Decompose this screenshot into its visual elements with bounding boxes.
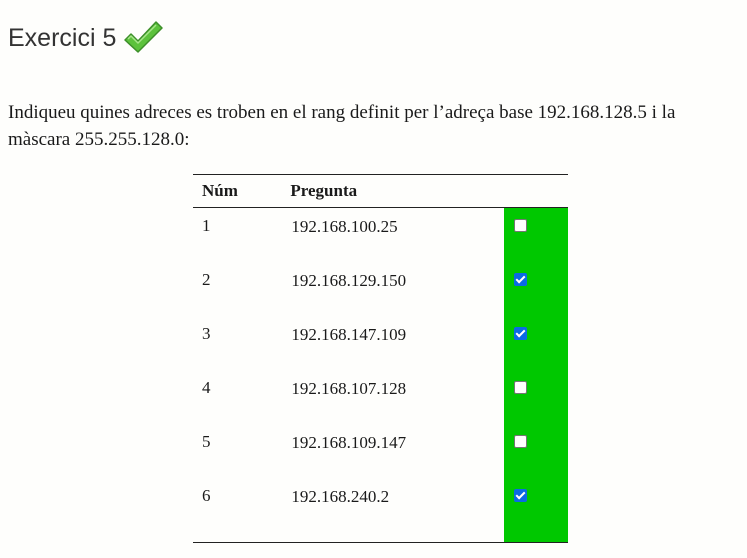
answer-checkbox[interactable]: [513, 380, 527, 394]
question-text: Indiqueu quines adreces es troben en el …: [8, 102, 676, 150]
row-answer-cell: [503, 477, 568, 543]
row-number: 6: [193, 477, 291, 543]
answer-checkbox[interactable]: [513, 434, 527, 448]
row-number: 5: [202, 431, 211, 451]
row-number: 3: [202, 323, 211, 343]
row-answer-cell: [503, 315, 568, 370]
header-answer: [503, 174, 568, 208]
row-answer-cell: [503, 423, 568, 478]
table-row: 3 192.168.147.109: [193, 315, 568, 370]
row-ip-address: 192.168.109.147: [291, 432, 407, 452]
answer-checkbox[interactable]: [513, 272, 527, 286]
answer-checkbox[interactable]: [513, 326, 527, 340]
header-question: Pregunta: [290, 174, 504, 208]
table-header-row: Núm Pregunta: [193, 174, 568, 208]
green-check-icon: [122, 19, 164, 57]
row-ip-address: 192.168.147.109: [291, 324, 407, 344]
table-row: 2 192.168.129.150: [193, 261, 568, 316]
row-number: 4: [202, 377, 211, 397]
answers-table: Núm Pregunta 1 192.168.100.25 2 192.168.129…: [193, 174, 568, 543]
header-num: Núm: [193, 174, 291, 208]
answer-checkbox[interactable]: [513, 488, 527, 502]
row-ip-address: 192.168.240.2: [290, 477, 504, 543]
table-row: 5 192.168.109.147: [193, 423, 568, 478]
row-ip-address: 192.168.100.25: [291, 217, 398, 236]
exercise-title-text: Exercici 5: [8, 24, 117, 52]
row-number: 2: [202, 269, 211, 289]
row-number: 1: [202, 216, 211, 235]
row-answer-cell: [503, 207, 568, 262]
row-ip-address: 192.168.107.128: [291, 378, 407, 398]
table-row: 4 192.168.107.128: [193, 369, 568, 424]
row-answer-cell: [503, 261, 568, 316]
table-row: 6 192.168.240.2: [193, 477, 568, 543]
exercise-title: Exercici 5: [8, 16, 164, 60]
row-ip-address: 192.168.129.150: [291, 270, 407, 290]
answer-checkbox[interactable]: [513, 219, 527, 232]
row-answer-cell: [503, 369, 568, 424]
table-row: 1 192.168.100.25: [193, 207, 568, 262]
exercise-page: Exercici 5 Indiqueu quines adreces es tr…: [0, 0, 747, 558]
